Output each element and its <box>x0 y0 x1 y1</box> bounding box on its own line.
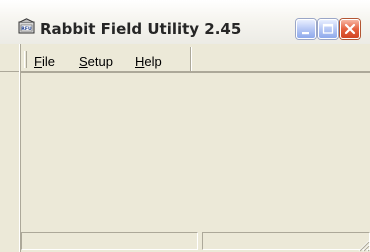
app-window: RFU Rabbit Field Utility 2.45 File Setup <box>0 0 370 252</box>
close-icon <box>344 23 356 35</box>
maximize-icon <box>322 23 334 34</box>
status-pane-1 <box>21 232 198 250</box>
menu-setup-mnemonic: S <box>79 54 88 69</box>
status-pane-2 <box>202 232 370 250</box>
rfu-app-icon: RFU <box>18 18 35 34</box>
menu-bar-grip[interactable] <box>24 51 27 68</box>
menu-setup[interactable]: Setup <box>79 54 113 69</box>
menu-file[interactable]: File <box>34 54 55 69</box>
menu-bar-separator <box>190 47 192 71</box>
menu-file-mnemonic: F <box>34 54 42 69</box>
menu-bar <box>0 44 370 72</box>
minimize-button[interactable] <box>296 19 316 39</box>
resize-grip-icon[interactable] <box>356 238 370 252</box>
close-button[interactable] <box>340 19 360 39</box>
menu-help-mnemonic: H <box>135 54 145 69</box>
client-area <box>21 72 370 230</box>
window-title: Rabbit Field Utility 2.45 <box>40 20 242 38</box>
maximize-button[interactable] <box>318 19 338 39</box>
menu-file-rest: ile <box>41 54 55 69</box>
title-bar[interactable]: RFU Rabbit Field Utility 2.45 <box>0 0 370 44</box>
minimize-icon <box>302 32 309 35</box>
menu-help-rest: elp <box>144 54 162 69</box>
menu-help[interactable]: Help <box>135 54 162 69</box>
menu-setup-rest: etup <box>87 54 113 69</box>
status-bar <box>21 229 370 252</box>
svg-text:RFU: RFU <box>21 26 32 32</box>
